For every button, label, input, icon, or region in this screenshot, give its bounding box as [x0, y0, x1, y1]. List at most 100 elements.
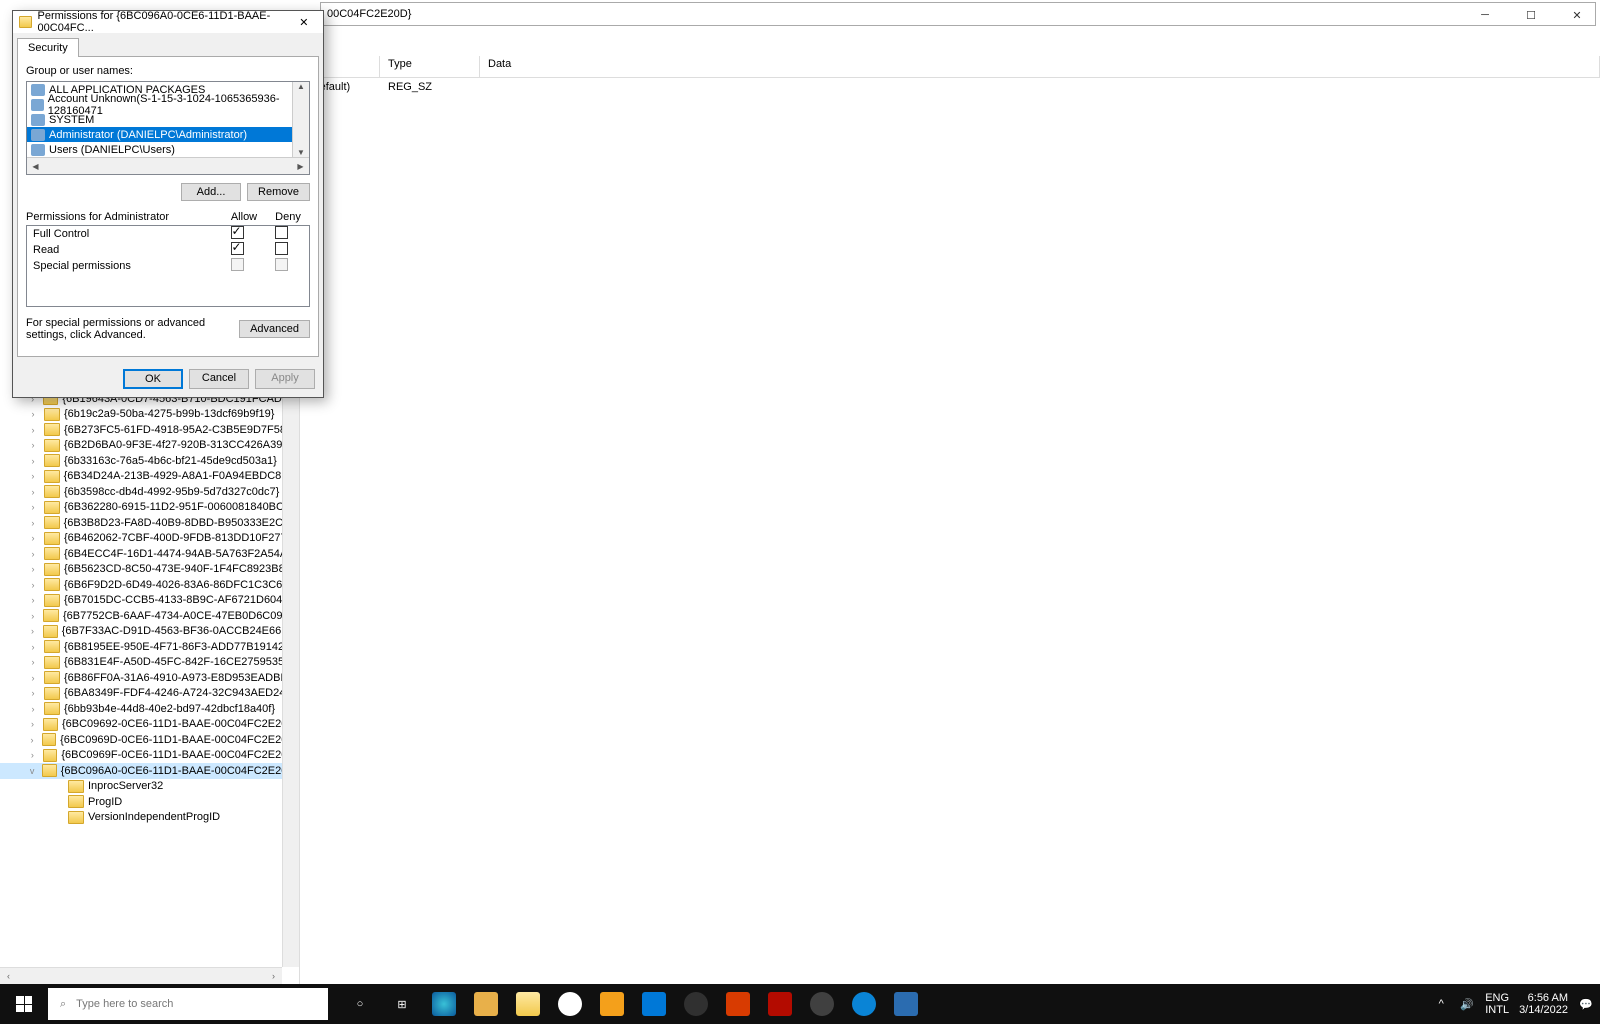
- tree-item[interactable]: ›{6B7752CB-6AAF-4734-A0CE-47EB0D6C093F}: [0, 608, 299, 624]
- mail-icon[interactable]: [466, 984, 506, 1024]
- add-button[interactable]: Add...: [181, 183, 241, 201]
- expand-icon[interactable]: ›: [26, 688, 40, 698]
- maximize-button[interactable]: ☐: [1508, 0, 1554, 30]
- cortana-icon[interactable]: ○: [340, 984, 380, 1024]
- expand-icon[interactable]: ›: [26, 642, 40, 652]
- volume-icon[interactable]: 🔊: [1459, 996, 1475, 1012]
- app-icon-1[interactable]: [802, 984, 842, 1024]
- minimize-button[interactable]: ─: [1462, 0, 1508, 30]
- expand-icon[interactable]: ›: [26, 673, 40, 683]
- expand-icon[interactable]: ›: [26, 440, 40, 450]
- expand-icon[interactable]: ›: [26, 750, 39, 760]
- user-list-scroll-h[interactable]: ◀▶: [27, 157, 309, 174]
- tab-security[interactable]: Security: [17, 38, 79, 57]
- acrobat-icon[interactable]: [760, 984, 800, 1024]
- dialog-close-button[interactable]: ✕: [291, 16, 317, 29]
- tree-item[interactable]: ›{6B362280-6915-11D2-951F-0060081840BC}: [0, 500, 299, 516]
- expand-icon[interactable]: ›: [26, 719, 39, 729]
- tree-item[interactable]: ›{6B273FC5-61FD-4918-95A2-C3B5E9D7F581}: [0, 422, 299, 438]
- vscode-icon[interactable]: [634, 984, 674, 1024]
- tree-item[interactable]: InprocServer32: [0, 779, 299, 795]
- expand-icon[interactable]: ›: [26, 471, 40, 481]
- list-row[interactable]: (Default) REG_SZ: [300, 78, 1600, 96]
- tree-item[interactable]: ›{6B8195EE-950E-4F71-86F3-ADD77B191420}: [0, 639, 299, 655]
- tree-item[interactable]: ›{6BA8349F-FDF4-4246-A724-32C943AED24F}: [0, 686, 299, 702]
- expand-icon[interactable]: ›: [26, 456, 40, 466]
- explorer-icon[interactable]: [508, 984, 548, 1024]
- notifications-icon[interactable]: 💬: [1578, 996, 1594, 1012]
- tree-item[interactable]: ›{6B831E4F-A50D-45FC-842F-16CE27595359}: [0, 655, 299, 671]
- allow-checkbox[interactable]: [231, 226, 244, 239]
- dialog-titlebar[interactable]: Permissions for {6BC096A0-0CE6-11D1-BAAE…: [13, 11, 323, 33]
- clock[interactable]: 6:56 AM 3/14/2022: [1519, 992, 1568, 1016]
- tree-item[interactable]: ›{6BC09692-0CE6-11D1-BAAE-00C04FC2E20D}: [0, 717, 299, 733]
- user-row[interactable]: Users (DANIELPC\Users): [27, 142, 309, 157]
- expand-icon[interactable]: ›: [26, 735, 38, 745]
- tree-item[interactable]: ›{6b3598cc-db4d-4992-95b9-5d7d327c0dc7}: [0, 484, 299, 500]
- taskbar-search[interactable]: ⌕ Type here to search: [48, 988, 328, 1020]
- cancel-button[interactable]: Cancel: [189, 369, 249, 389]
- tree-item[interactable]: ›{6B7F33AC-D91D-4563-BF36-0ACCB24E66FB}: [0, 624, 299, 640]
- tree-item[interactable]: ›{6B5623CD-8C50-473E-940F-1F4FC8923B8F}: [0, 562, 299, 578]
- user-row[interactable]: Administrator (DANIELPC\Administrator): [27, 127, 309, 142]
- tree-item[interactable]: ›{6B7015DC-CCB5-4133-8B9C-AF6721D6040F}: [0, 593, 299, 609]
- ok-button[interactable]: OK: [123, 369, 183, 389]
- expand-icon[interactable]: v: [26, 766, 38, 776]
- office-icon[interactable]: [718, 984, 758, 1024]
- audible-icon[interactable]: [592, 984, 632, 1024]
- apply-button[interactable]: Apply: [255, 369, 315, 389]
- language-indicator[interactable]: ENG INTL: [1485, 992, 1509, 1016]
- user-row[interactable]: Account Unknown(S-1-15-3-1024-1065365936…: [27, 97, 309, 112]
- advanced-button[interactable]: Advanced: [239, 320, 310, 338]
- tree-item[interactable]: ›{6B3B8D23-FA8D-40B9-8DBD-B950333E2C52}: [0, 515, 299, 531]
- col-type-header[interactable]: Type: [380, 56, 480, 77]
- deny-checkbox[interactable]: [275, 242, 288, 255]
- regedit-taskbar-icon[interactable]: [886, 984, 926, 1024]
- expand-icon[interactable]: ›: [26, 564, 40, 574]
- expand-icon[interactable]: ›: [26, 626, 39, 636]
- tree-item[interactable]: ›{6b33163c-76a5-4b6c-bf21-45de9cd503a1}: [0, 453, 299, 469]
- expand-icon[interactable]: ›: [26, 595, 40, 605]
- col-data-header[interactable]: Data: [480, 56, 1600, 77]
- tray-expand-icon[interactable]: ^: [1433, 996, 1449, 1012]
- user-list[interactable]: ALL APPLICATION PACKAGESAccount Unknown(…: [26, 81, 310, 175]
- expand-icon[interactable]: ›: [26, 518, 40, 528]
- tree-item[interactable]: ›{6B86FF0A-31A6-4910-A973-E8D953EADBEF}: [0, 670, 299, 686]
- start-button[interactable]: [0, 984, 48, 1024]
- deny-checkbox[interactable]: [275, 226, 288, 239]
- tree-item[interactable]: › {6B34D24A-213B-4929-A8A1-F0A94EBDC8BF}: [0, 469, 299, 485]
- tree-scrollbar-horizontal[interactable]: ‹›: [0, 967, 282, 984]
- edge-icon[interactable]: [424, 984, 464, 1024]
- expand-icon[interactable]: ›: [26, 657, 40, 667]
- tree-item[interactable]: ›{6BC0969D-0CE6-11D1-BAAE-00C04FC2E20D}: [0, 732, 299, 748]
- address-bar[interactable]: 00C04FC2E20D}: [320, 2, 1596, 26]
- tree-item[interactable]: ›{6b19c2a9-50ba-4275-b99b-13dcf69b9f19}: [0, 407, 299, 423]
- tree-item-label: {6B34D24A-213B-4929-A8A1-F0A94EBDC8BF}: [64, 470, 299, 482]
- expand-icon[interactable]: ›: [26, 425, 40, 435]
- expand-icon[interactable]: ›: [26, 611, 39, 621]
- tree-item[interactable]: ›{6B6F9D2D-6D49-4026-83A6-86DFC1C3C6F0}: [0, 577, 299, 593]
- expand-icon[interactable]: ›: [26, 580, 40, 590]
- tree-item[interactable]: ›{6B2D6BA0-9F3E-4f27-920B-313CC426A39E}: [0, 438, 299, 454]
- tree-item[interactable]: ›{6B4ECC4F-16D1-4474-94AB-5A763F2A54AE}: [0, 546, 299, 562]
- expand-icon[interactable]: ›: [26, 487, 40, 497]
- user-list-scroll-v[interactable]: ▲▼: [292, 82, 309, 157]
- expand-icon[interactable]: ›: [26, 704, 40, 714]
- tree-item[interactable]: ›{6bb93b4e-44d8-40e2-bd97-42dbcf18a40f}: [0, 701, 299, 717]
- close-button[interactable]: ✕: [1554, 0, 1600, 30]
- tree-item[interactable]: ›{6BC0969F-0CE6-11D1-BAAE-00C04FC2E20D}: [0, 748, 299, 764]
- expand-icon[interactable]: ›: [26, 409, 40, 419]
- app-icon-2[interactable]: [844, 984, 884, 1024]
- tree-item[interactable]: ›{6B462062-7CBF-400D-9FDB-813DD10F2778}: [0, 531, 299, 547]
- tree-item[interactable]: ProgID: [0, 794, 299, 810]
- allow-checkbox[interactable]: [231, 242, 244, 255]
- tree-item[interactable]: VersionIndependentProgID: [0, 810, 299, 826]
- expand-icon[interactable]: ›: [26, 502, 40, 512]
- expand-icon[interactable]: ›: [26, 549, 40, 559]
- remove-button[interactable]: Remove: [247, 183, 310, 201]
- expand-icon[interactable]: ›: [26, 533, 40, 543]
- itunes-icon[interactable]: [550, 984, 590, 1024]
- obs-icon[interactable]: [676, 984, 716, 1024]
- task-view-icon[interactable]: ⊞: [382, 984, 422, 1024]
- tree-item[interactable]: v{6BC096A0-0CE6-11D1-BAAE-00C04FC2E20D}: [0, 763, 299, 779]
